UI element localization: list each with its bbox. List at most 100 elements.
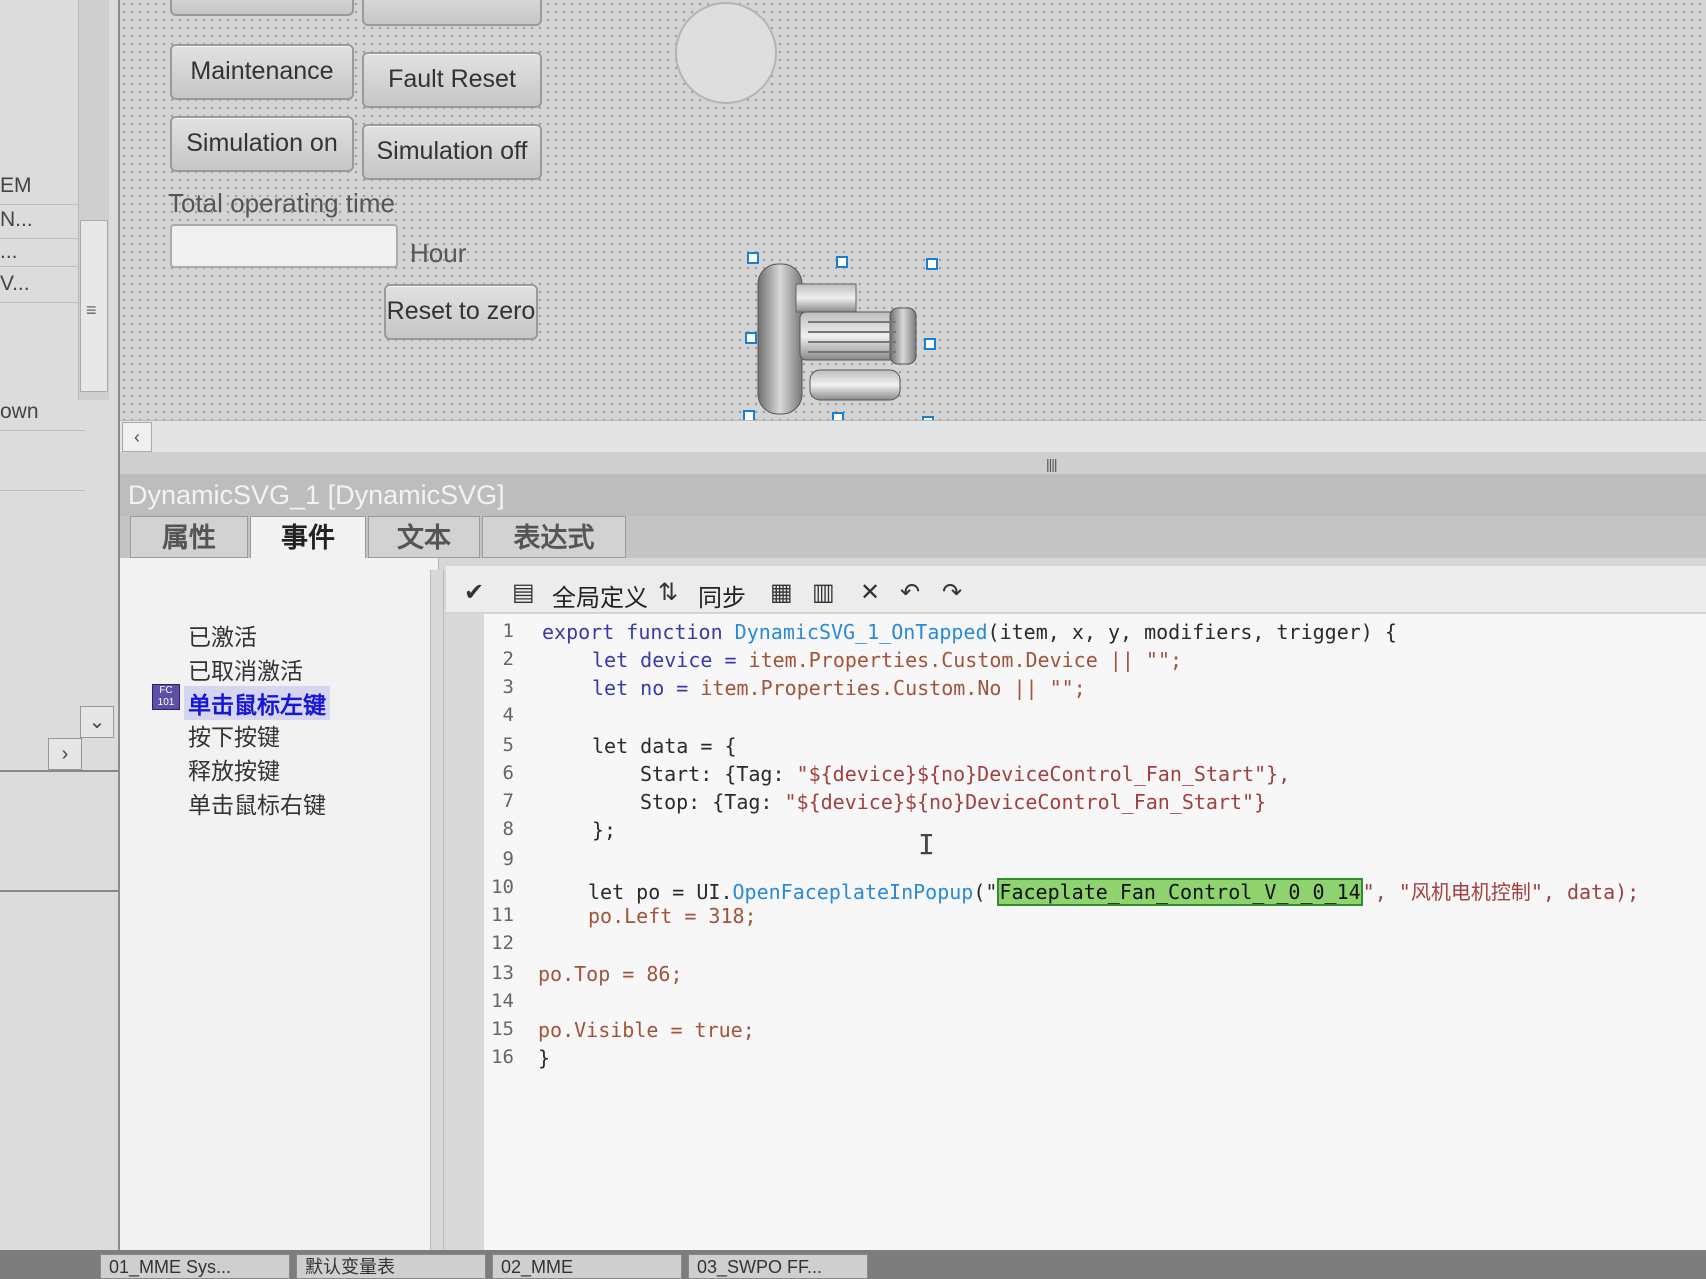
code-line: let no = item.Properties.Custom.No || ""…	[592, 676, 1086, 700]
code-token: "${device}${no}DeviceControl_Fan_Start"}	[784, 790, 1267, 814]
event-item-activated[interactable]: 已激活	[188, 618, 257, 652]
row-divider	[0, 204, 85, 205]
chevron-right-icon[interactable]: ›	[48, 738, 82, 770]
grip-icon[interactable]: ||||	[1046, 456, 1058, 472]
code-token: item.Properties.Custom.Device || "";	[748, 648, 1183, 672]
event-item-deactivated[interactable]: 已取消激活	[188, 652, 303, 686]
selection-handle[interactable]	[747, 252, 759, 264]
fan-motor-graphic[interactable]	[750, 262, 930, 422]
code-line: };	[592, 818, 617, 842]
code-token: "${device}${no}DeviceControl_Fan_Start"}…	[796, 762, 1291, 786]
row-divider	[0, 238, 85, 239]
script-event-icon: FC 101	[152, 684, 180, 710]
line-number: 15	[491, 1018, 514, 1040]
insert-tag-icon[interactable]: ▥	[812, 578, 835, 607]
bottom-tab[interactable]: 01_MME Sys...	[100, 1254, 290, 1279]
code-line: let device = item.Properties.Custom.Devi…	[592, 648, 1182, 672]
code-line: Start: {Tag: "${device}${no}DeviceContro…	[640, 762, 1290, 786]
line-number: 5	[502, 734, 514, 756]
vertical-splitter[interactable]	[430, 570, 444, 1250]
highlighted-selection[interactable]: Faceplate_Fan_Control_V_0_0_14	[997, 878, 1363, 906]
line-number: 11	[491, 904, 514, 926]
selection-handle[interactable]	[926, 258, 938, 270]
top-button-partial[interactable]	[362, 0, 542, 26]
button-label: Simulation off	[376, 137, 528, 165]
row-divider	[0, 430, 85, 431]
sync-icon[interactable]: ⇅	[658, 578, 678, 607]
canvas-horizontal-scrollbar[interactable]	[120, 420, 1706, 454]
tab-expressions[interactable]: 表达式	[482, 516, 626, 558]
total-operating-time-field[interactable]	[170, 224, 398, 268]
tab-texts[interactable]: 文本	[368, 516, 480, 558]
bottom-tab[interactable]: 02_MME	[492, 1254, 682, 1279]
left-panel-row[interactable]: N...	[0, 208, 85, 232]
sync-button[interactable]: 同步	[698, 578, 746, 613]
js-file-icon[interactable]: ▤	[512, 578, 535, 607]
selection-handle[interactable]	[745, 332, 757, 344]
top-button-partial[interactable]	[170, 0, 354, 16]
code-line: po.Left = 318;	[588, 904, 757, 928]
code-editor[interactable]	[446, 614, 1706, 1250]
left-panel-row[interactable]: own	[0, 400, 85, 424]
hour-unit-label: Hour	[410, 238, 467, 268]
status-lamp[interactable]	[675, 2, 777, 104]
tab-events[interactable]: 事件	[250, 516, 366, 562]
simulation-off-button[interactable]: Simulation off	[362, 124, 542, 180]
line-number: 4	[502, 704, 514, 726]
code-token: let device =	[592, 648, 749, 672]
line-number: 9	[502, 848, 514, 870]
code-line: }	[538, 1046, 551, 1070]
simulation-on-button[interactable]: Simulation on	[170, 116, 354, 172]
code-token: let po = UI.	[588, 880, 733, 904]
text-cursor-icon: I	[918, 828, 935, 861]
bottom-tab[interactable]: 03_SWPO FF...	[688, 1254, 868, 1279]
button-label: Reset to zero	[386, 297, 536, 325]
global-definition-button[interactable]: 全局定义	[552, 578, 648, 613]
line-number: 10	[491, 876, 514, 898]
editor-gutter	[446, 614, 484, 1250]
total-operating-time-label: Total operating time	[168, 188, 395, 218]
line-number: 14	[491, 990, 514, 1012]
chevron-left-icon[interactable]: ‹	[122, 422, 152, 452]
bottom-tab[interactable]: 默认变量表	[296, 1254, 486, 1279]
line-number: 16	[491, 1046, 514, 1068]
fault-reset-button[interactable]: Fault Reset	[362, 52, 542, 108]
code-line: po.Top = 86;	[538, 962, 683, 986]
redo-clear-icon[interactable]: ↷	[942, 578, 962, 607]
selection-handle[interactable]	[924, 338, 936, 350]
delete-icon[interactable]: ✕	[860, 578, 880, 607]
row-divider	[0, 302, 85, 303]
code-token: DynamicSVG_1_OnTapped	[734, 620, 988, 644]
line-number: 12	[491, 932, 514, 954]
snippet-icon[interactable]: ▦	[770, 578, 793, 607]
selected-object-title: DynamicSVG_1 [DynamicSVG]	[128, 480, 505, 510]
code-token: Stop: {Tag:	[640, 790, 785, 814]
chevron-down-icon[interactable]: ⌄	[80, 706, 114, 738]
check-syntax-icon[interactable]: ✔	[464, 578, 484, 607]
undo-clear-icon[interactable]: ↶	[900, 578, 920, 607]
left-panel-row[interactable]: ...	[0, 240, 85, 264]
code-token: export function	[542, 620, 735, 644]
code-line: let data = {	[592, 734, 737, 758]
panel-splitter[interactable]	[120, 452, 1706, 475]
tab-properties[interactable]: 属性	[130, 516, 248, 558]
reset-to-zero-button[interactable]: Reset to zero	[384, 284, 538, 340]
left-panel-row[interactable]: EM	[0, 174, 85, 198]
line-number: 7	[502, 790, 514, 812]
row-divider	[0, 266, 85, 267]
code-token: ", "风机电机控制", data);	[1362, 880, 1640, 904]
left-panel-row[interactable]: V...	[0, 272, 85, 296]
event-item-left-click[interactable]: 单击鼠标左键	[184, 686, 330, 720]
code-line: export function DynamicSVG_1_OnTapped(it…	[542, 620, 1397, 644]
event-item-right-click[interactable]: 单击鼠标右键	[188, 786, 326, 820]
code-line: let po = UI.OpenFaceplateInPopup(" Facepl…	[588, 876, 1640, 906]
line-number: 3	[502, 676, 514, 698]
line-number: 2	[502, 648, 514, 670]
selection-handle[interactable]	[836, 256, 848, 268]
maintenance-button[interactable]: Maintenance	[170, 44, 354, 100]
event-item-key-up[interactable]: 释放按键	[188, 752, 280, 786]
code-token: let no =	[592, 676, 701, 700]
event-item-key-down[interactable]: 按下按键	[188, 718, 280, 752]
button-label: Simulation on	[186, 129, 338, 157]
line-number: 6	[502, 762, 514, 784]
